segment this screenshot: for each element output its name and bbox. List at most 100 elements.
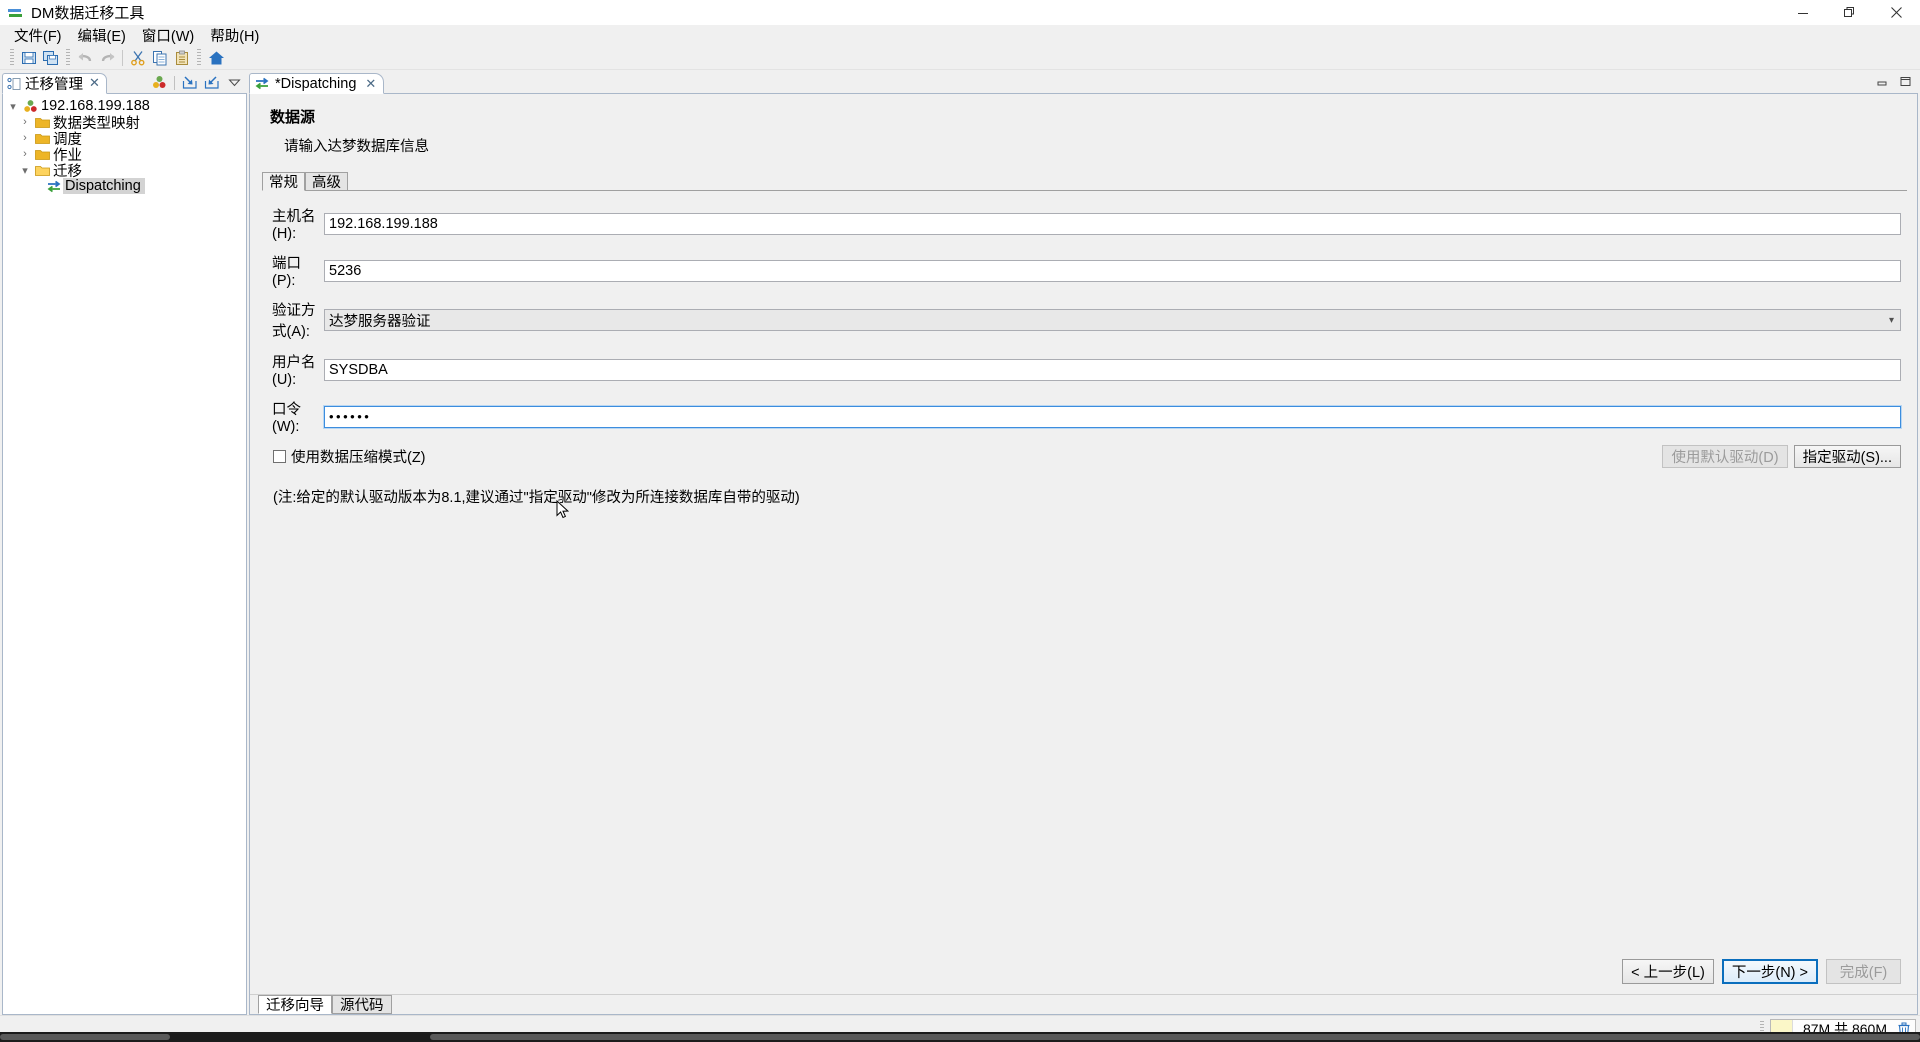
menu-file[interactable]: 文件(F): [6, 24, 70, 48]
auth-mode-label: 验证方式(A):: [272, 303, 316, 340]
port-field[interactable]: 5236: [324, 259, 1901, 282]
tree-item-label: Dispatching: [63, 178, 145, 194]
username-row: 用户名(U): SYSDBA: [262, 351, 1901, 388]
port-label: 端口(P):: [272, 256, 301, 289]
datasource-form: 主机名(H): 192.168.199.188 端口(P): 5236 验证方式…: [250, 191, 1917, 507]
close-icon[interactable]: ✕: [89, 76, 100, 91]
editor-tab-label: *Dispatching: [275, 75, 357, 92]
auth-mode-select[interactable]: 达梦服务器验证 ▾: [324, 309, 1901, 331]
chevron-down-icon[interactable]: ▾: [17, 164, 33, 177]
chevron-down-icon[interactable]: ▾: [5, 100, 21, 113]
migration-tool-icon: [7, 5, 23, 21]
tab-general[interactable]: 常规: [262, 172, 305, 191]
host-field[interactable]: 192.168.199.188: [324, 212, 1901, 235]
menu-bar: 文件(F) 编辑(E) 窗口(W) 帮助(H): [0, 25, 1920, 46]
maximize-view-icon[interactable]: [1899, 74, 1912, 91]
compress-label: 使用数据压缩模式(Z): [291, 450, 426, 466]
editor-body: 数据源 请输入达梦数据库信息 常规 高级 主机名(H): 192.168.199…: [249, 94, 1918, 1015]
import-icon[interactable]: [180, 73, 200, 92]
chevron-right-icon[interactable]: ›: [17, 132, 33, 144]
view-toolbar-separator: [174, 75, 175, 90]
host-label: 主机名(H):: [272, 209, 316, 242]
title-bar: DM数据迁移工具: [0, 0, 1920, 25]
compress-checkbox[interactable]: [273, 450, 286, 463]
username-label: 用户名(U):: [272, 355, 316, 388]
driver-note: (注:给定的默认驱动版本为8.1,建议通过"指定驱动"修改为所连接数据库自带的驱…: [273, 490, 800, 506]
wizard-spacer: [250, 507, 1917, 959]
migration-manage-view: 迁移管理 ✕ ▾ 192.168.199.188 › 数据类型映射 › 调度 ›…: [0, 70, 247, 1015]
main-body: 迁移管理 ✕ ▾ 192.168.199.188 › 数据类型映射 › 调度 ›…: [0, 70, 1920, 1015]
wizard-button-bar: < 上一步(L) 下一步(N) > 完成(F): [250, 959, 1917, 994]
migration-item-icon: [45, 180, 63, 193]
undo-icon: [74, 47, 96, 69]
save-all-icon[interactable]: [40, 47, 62, 69]
compress-row: 使用数据压缩模式(Z) 使用默认驱动(D) 指定驱动(S)...: [262, 445, 1901, 468]
window-controls: [1779, 0, 1920, 25]
next-button[interactable]: 下一步(N) >: [1721, 959, 1818, 984]
toolbar-grip[interactable]: [10, 49, 14, 66]
minimize-button[interactable]: [1779, 0, 1826, 25]
copy-icon[interactable]: [149, 47, 171, 69]
view-tab-row: 迁移管理 ✕: [2, 72, 247, 94]
auth-mode-value: 达梦服务器验证: [329, 313, 431, 330]
menu-edit[interactable]: 编辑(E): [70, 24, 134, 48]
view-tab-label: 迁移管理: [25, 77, 83, 93]
view-toolbar: [149, 73, 247, 93]
specify-driver-button[interactable]: 指定驱动(S)...: [1793, 445, 1901, 468]
bottom-tab-row: 迁移向导 源代码: [250, 994, 1917, 1014]
tab-advanced[interactable]: 高级: [305, 172, 348, 191]
migration-item-icon: [255, 77, 270, 90]
use-default-driver-button[interactable]: 使用默认驱动(D): [1662, 445, 1788, 468]
folder-open-icon: [33, 164, 51, 177]
minimize-view-icon[interactable]: [1876, 74, 1889, 91]
migration-wizard-pane: 数据源 请输入达梦数据库信息 常规 高级 主机名(H): 192.168.199…: [250, 94, 1917, 1014]
tree-item-dispatching[interactable]: Dispatching: [3, 178, 246, 194]
editor-tab-dispatching[interactable]: *Dispatching ✕: [249, 73, 385, 94]
back-button[interactable]: < 上一步(L): [1622, 959, 1714, 984]
port-row: 端口(P): 5236: [262, 252, 1901, 289]
toolbar-separator: [122, 49, 123, 66]
finish-button[interactable]: 完成(F): [1826, 959, 1901, 984]
tree-item-job[interactable]: › 作业: [3, 146, 246, 164]
page-title: 数据源: [270, 109, 316, 126]
window-title: DM数据迁移工具: [31, 5, 145, 22]
tree-item-datatype-mapping[interactable]: › 数据类型映射: [3, 114, 246, 132]
editor-tab-row: *Dispatching ✕: [249, 72, 1918, 94]
folder-icon: [33, 116, 51, 129]
tab-migration-wizard[interactable]: 迁移向导: [258, 995, 332, 1014]
home-icon[interactable]: [205, 47, 227, 69]
username-field[interactable]: SYSDBA: [324, 358, 1901, 381]
chevron-right-icon[interactable]: ›: [17, 148, 33, 160]
tab-source-code[interactable]: 源代码: [332, 995, 392, 1014]
view-tab-migration-manage[interactable]: 迁移管理 ✕: [2, 73, 107, 94]
paste-icon[interactable]: [171, 47, 193, 69]
maximize-button[interactable]: [1826, 0, 1873, 25]
close-icon[interactable]: ✕: [365, 76, 376, 92]
toolbar-grip-2[interactable]: [66, 49, 70, 66]
password-label: 口令(W):: [272, 402, 301, 435]
toolbar-grip-3[interactable]: [197, 49, 201, 66]
auth-mode-row: 验证方式(A): 达梦服务器验证 ▾: [262, 299, 1901, 341]
cut-icon[interactable]: [127, 47, 149, 69]
password-row: 口令(W): ••••••: [262, 398, 1902, 435]
save-icon[interactable]: [18, 47, 40, 69]
editor-area: *Dispatching ✕ 数据源 请输入达梦数据库信息 常规 高级 主机名(…: [247, 70, 1920, 1015]
page-subtitle: 请输入达梦数据库信息: [284, 139, 429, 155]
new-connection-icon[interactable]: [149, 73, 169, 92]
tree-item-migration[interactable]: ▾ 迁移: [3, 162, 246, 180]
folder-icon: [33, 132, 51, 145]
folder-icon: [33, 148, 51, 161]
menu-window[interactable]: 窗口(W): [134, 24, 202, 48]
view-menu-icon[interactable]: [224, 73, 244, 92]
desktop-taskbar-strip: [0, 1032, 1920, 1042]
editor-view-controls: [1876, 74, 1918, 93]
redo-icon: [96, 47, 118, 69]
close-button[interactable]: [1873, 0, 1920, 25]
chevron-right-icon[interactable]: ›: [17, 116, 33, 128]
password-field[interactable]: ••••••: [323, 404, 1902, 429]
form-tab-row: 常规 高级: [262, 172, 1917, 191]
menu-help[interactable]: 帮助(H): [202, 24, 267, 48]
migration-tree[interactable]: ▾ 192.168.199.188 › 数据类型映射 › 调度 › 作业 ▾ 迁…: [2, 94, 247, 1015]
export-icon[interactable]: [202, 73, 222, 92]
chevron-down-icon[interactable]: ▾: [1889, 315, 1896, 326]
